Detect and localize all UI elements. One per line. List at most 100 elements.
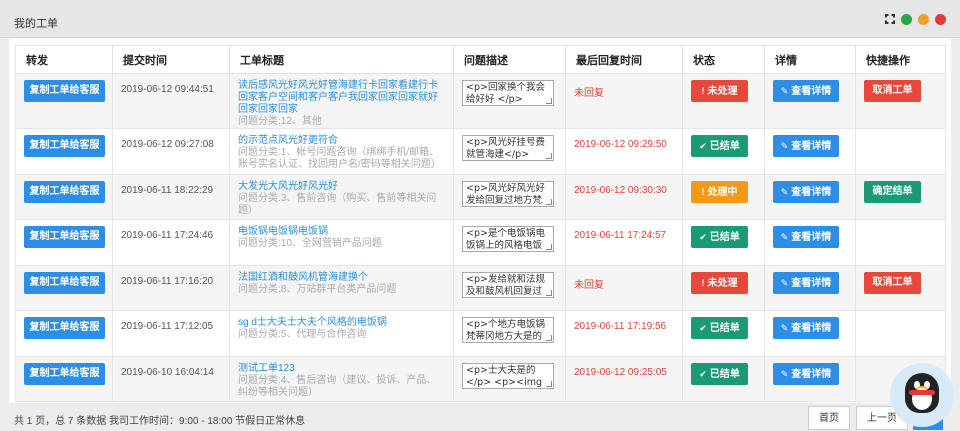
view-detail-button[interactable]: ✎ 查看详情 (773, 362, 839, 385)
reply-time-cell: 未回复 (565, 73, 683, 129)
action-cell (855, 128, 946, 175)
table-row: 复制工单给客服 2019-06-11 17:12:05 sg d士大夫士大夫个风格的… (15, 310, 946, 357)
status-cell: ✔ 已结单 (682, 128, 765, 175)
forward-cell: 复制工单给客服 (15, 310, 113, 357)
status-badge: ✔ 已结单 (691, 226, 748, 248)
fullscreen-icon[interactable] (885, 14, 895, 24)
description-textarea[interactable]: <p>个地方电饭锅梵蒂冈地方大是的发沙 (462, 317, 554, 343)
last-reply-time: 未回复 (574, 279, 604, 291)
column-header: 问题描述 (453, 45, 566, 74)
edit-icon: ✎ (780, 368, 789, 379)
description-textarea[interactable]: <p>风光好风光好发给回复过地方梵蒂冈 (462, 180, 554, 207)
status-label: 已结单 (709, 368, 740, 380)
view-detail-label: 查看详情 (791, 86, 832, 97)
status-cell: ! 处理中 (682, 173, 765, 220)
order-title-link[interactable]: 的示范点风光好更符合 (238, 135, 445, 147)
order-title-link[interactable]: 电饭锅电饭锅电饭锅 (238, 226, 445, 238)
edit-icon: ✎ (780, 186, 789, 197)
description-cell: <p>士大夫是的</p> <p><img (453, 355, 566, 402)
order-title-link[interactable]: 测试工单123 (238, 363, 445, 375)
first-page-button[interactable]: 首页 (808, 406, 850, 430)
panel-title: 我的工单 (14, 18, 58, 30)
submit-time: 2019-06-11 17:12:05 (121, 321, 214, 332)
description-cell: <p>个地方电饭锅梵蒂冈地方大是的发沙 (453, 310, 566, 357)
submit-time: 2019-06-12 09:27:08 (121, 139, 214, 150)
view-detail-button[interactable]: ✎ 查看详情 (773, 135, 839, 157)
view-detail-button[interactable]: ✎ 查看详情 (773, 226, 839, 248)
view-detail-button[interactable]: ✎ 查看详情 (773, 180, 839, 203)
description-textarea[interactable]: <p>发给就和法规及和鼓风机回复过回复 (462, 271, 554, 298)
work-order-table: 转发 提交时间 工单标题 问题描述 最后回复时间 状态 详情 快捷操作 复制工单… (15, 45, 946, 402)
status-label: 处理中 (707, 186, 738, 198)
action-cell: 取消工单 (855, 264, 946, 311)
description-cell: <p>发给就和法规及和鼓风机回复过回复 (453, 264, 566, 311)
close-icon[interactable] (935, 14, 946, 25)
view-detail-button[interactable]: ✎ 查看详情 (773, 271, 839, 294)
forward-cell: 复制工单给客服 (15, 73, 113, 129)
reply-time-cell: 2019-06-11 17:19:56 (565, 310, 683, 357)
status-label: 未处理 (707, 277, 738, 289)
order-title-link[interactable]: 法国红酒和鼓风机管海建换个 (238, 272, 445, 284)
copy-to-service-button[interactable]: 复制工单给客服 (24, 80, 105, 102)
table-container: 转发 提交时间 工单标题 问题描述 最后回复时间 状态 详情 快捷操作 复制工单… (9, 38, 951, 403)
order-title-link[interactable]: 大发光大风光好风光好 (238, 181, 445, 193)
submit-time-cell: 2019-06-10 16:04:14 (112, 355, 230, 402)
copy-to-service-button[interactable]: 复制工单给客服 (24, 317, 105, 339)
status-cell: ✔ 已结单 (682, 355, 765, 402)
order-category: 问题分类:12、其他 (238, 116, 322, 127)
edit-icon: ✎ (780, 86, 789, 96)
last-reply-time: 2019-06-12 09:30:30 (574, 184, 667, 196)
view-detail-label: 查看详情 (791, 323, 832, 334)
last-reply-time: 2019-06-12 09:25:05 (574, 366, 667, 378)
reply-time-cell: 未回复 (565, 264, 683, 311)
reply-time-cell: 2019-06-12 09:30:30 (565, 173, 683, 220)
description-textarea[interactable]: <p>士大夫是的</p> <p><img (462, 362, 554, 389)
title-cell: 读后感风光好风光好管海建行卡回家看建行卡回家客户空间和客户客户我回家回家回家就好… (229, 73, 454, 129)
submit-time-cell: 2019-06-11 17:16:20 (112, 264, 230, 311)
order-title-link[interactable]: sg d士大夫士大夫个风格的电饭锅 (238, 317, 445, 329)
detail-cell: ✎ 查看详情 (764, 219, 856, 266)
copy-to-service-button[interactable]: 复制工单给客服 (24, 362, 105, 385)
qq-chat-icon[interactable] (890, 363, 954, 427)
order-title-link[interactable]: 读后感风光好风光好管海建行卡回家看建行卡回家客户空间和客户客户我回家回家回家就好… (238, 80, 445, 116)
table-header-row: 转发 提交时间 工单标题 问题描述 最后回复时间 状态 详情 快捷操作 (15, 45, 946, 74)
view-detail-button[interactable]: ✎ 查看详情 (773, 80, 839, 102)
minimize-icon[interactable] (918, 14, 929, 25)
status-badge: ! 未处理 (691, 271, 748, 294)
column-header: 状态 (682, 45, 765, 74)
forward-cell: 复制工单给客服 (15, 128, 113, 175)
table-row: 复制工单给客服 2019-06-10 16:04:14 测试工单123 问题分类:4、… (15, 355, 946, 402)
view-detail-label: 查看详情 (791, 186, 832, 198)
action-cell: 取消工单 (855, 73, 946, 129)
description-textarea[interactable]: <p>是个电饭锅电饭锅上的风格电饭锅电 (462, 226, 554, 252)
edit-icon: ✎ (780, 277, 789, 288)
copy-to-service-button[interactable]: 复制工单给客服 (24, 180, 105, 203)
title-cell: 法国红酒和鼓风机管海建换个 问题分类:8、万站群平台类产品问题 (229, 264, 454, 311)
copy-to-service-button[interactable]: 复制工单给客服 (24, 226, 105, 248)
view-detail-label: 查看详情 (791, 277, 832, 289)
table-row: 复制工单给客服 2019-06-12 09:27:08 的示范点风光好更符合 问题分类… (15, 128, 946, 175)
submit-time: 2019-06-10 16:04:14 (121, 366, 214, 378)
copy-to-service-button[interactable]: 复制工单给客服 (24, 271, 105, 294)
status-label: 已结单 (709, 323, 740, 334)
description-textarea[interactable]: <p>风光好挂号费就管海建</p> (462, 135, 554, 161)
status-label: 已结单 (709, 141, 740, 152)
column-header: 转发 (15, 45, 113, 74)
last-reply-time: 2019-06-11 17:19:56 (574, 321, 667, 332)
quick-action-button[interactable]: 确定结单 (864, 180, 921, 203)
detail-cell: ✎ 查看详情 (764, 355, 856, 402)
description-textarea[interactable]: <p>回家换个我会给好好 </p> (462, 80, 554, 106)
order-category: 问题分类:10、全网营销产品问题 (238, 238, 382, 249)
copy-to-service-button[interactable]: 复制工单给客服 (24, 135, 105, 157)
submit-time-cell: 2019-06-11 17:24:46 (112, 219, 230, 266)
title-cell: 测试工单123 问题分类:4、售后咨询（建议、投诉、产品、纠纷等相关问题） (229, 355, 454, 402)
view-detail-button[interactable]: ✎ 查看详情 (773, 317, 839, 339)
column-header: 快捷操作 (855, 45, 946, 74)
view-detail-label: 查看详情 (791, 141, 832, 152)
action-cell: 确定结单 (855, 173, 946, 220)
quick-action-button[interactable]: 取消工单 (864, 271, 921, 294)
submit-time-cell: 2019-06-11 18:22:29 (112, 173, 230, 220)
refresh-icon[interactable] (901, 14, 912, 25)
quick-action-button[interactable]: 取消工单 (864, 80, 921, 102)
column-header: 工单标题 (229, 45, 454, 74)
